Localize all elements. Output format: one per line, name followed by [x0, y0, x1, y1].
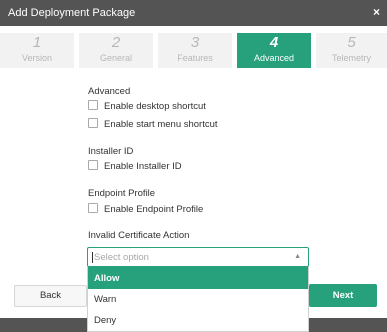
dialog-titlebar: Add Deployment Package × — [0, 0, 387, 26]
step-advanced[interactable]: 4 Advanced — [237, 33, 311, 68]
step-label: Advanced — [253, 53, 295, 63]
step-label: Version — [21, 53, 53, 63]
step-general[interactable]: 2 General — [79, 33, 153, 68]
start-menu-shortcut-checkbox[interactable] — [88, 118, 98, 129]
endpoint-profile-section-title: Endpoint Profile — [88, 188, 156, 199]
step-version[interactable]: 1 Version — [0, 33, 74, 68]
option-warn[interactable]: Warn — [88, 288, 308, 310]
installer-id-checkbox[interactable] — [88, 160, 98, 171]
step-label: General — [99, 53, 133, 63]
step-number: 4 — [269, 34, 279, 51]
advanced-section-title: Advanced — [88, 86, 131, 97]
endpoint-profile-option[interactable]: Enable Endpoint Profile — [88, 203, 204, 218]
installer-id-label: Enable Installer ID — [104, 161, 182, 172]
step-label: Telemetry — [331, 53, 371, 63]
text-cursor — [92, 252, 93, 263]
close-icon[interactable]: × — [373, 5, 380, 19]
invalid-cert-dropdown: Allow Warn Deny — [87, 267, 309, 332]
dialog-title: Add Deployment Package — [8, 7, 136, 19]
option-label: Warn — [94, 294, 117, 305]
step-label: Features — [177, 53, 213, 63]
next-button[interactable]: Next — [309, 284, 377, 307]
option-label: Allow — [94, 273, 120, 284]
option-deny[interactable]: Deny — [88, 309, 308, 331]
installer-id-section-title: Installer ID — [88, 146, 134, 157]
invalid-cert-section-title: Invalid Certificate Action — [88, 230, 190, 241]
back-button[interactable]: Back — [14, 285, 87, 307]
select-placeholder: Select option — [94, 252, 149, 263]
step-number: 2 — [111, 34, 121, 51]
endpoint-profile-label: Enable Endpoint Profile — [104, 204, 204, 215]
desktop-shortcut-option[interactable]: Enable desktop shortcut — [88, 100, 206, 115]
step-telemetry[interactable]: 5 Telemetry — [316, 33, 387, 68]
option-allow[interactable]: Allow — [88, 267, 308, 289]
invalid-cert-select[interactable]: Select option ▲ — [87, 247, 309, 267]
start-menu-shortcut-label: Enable start menu shortcut — [104, 119, 218, 130]
desktop-shortcut-checkbox[interactable] — [88, 100, 98, 111]
step-number: 1 — [32, 34, 42, 51]
step-number: 5 — [347, 34, 356, 51]
start-menu-shortcut-option[interactable]: Enable start menu shortcut — [88, 118, 218, 133]
installer-id-option[interactable]: Enable Installer ID — [88, 160, 182, 175]
wizard-stepper: 1 Version 2 General 3 Features 4 Advance… — [0, 33, 387, 68]
option-label: Deny — [94, 315, 117, 326]
chevron-up-icon[interactable]: ▲ — [294, 253, 301, 260]
step-features[interactable]: 3 Features — [158, 33, 232, 68]
desktop-shortcut-label: Enable desktop shortcut — [104, 101, 206, 112]
endpoint-profile-checkbox[interactable] — [88, 203, 98, 214]
step-number: 3 — [190, 34, 200, 51]
